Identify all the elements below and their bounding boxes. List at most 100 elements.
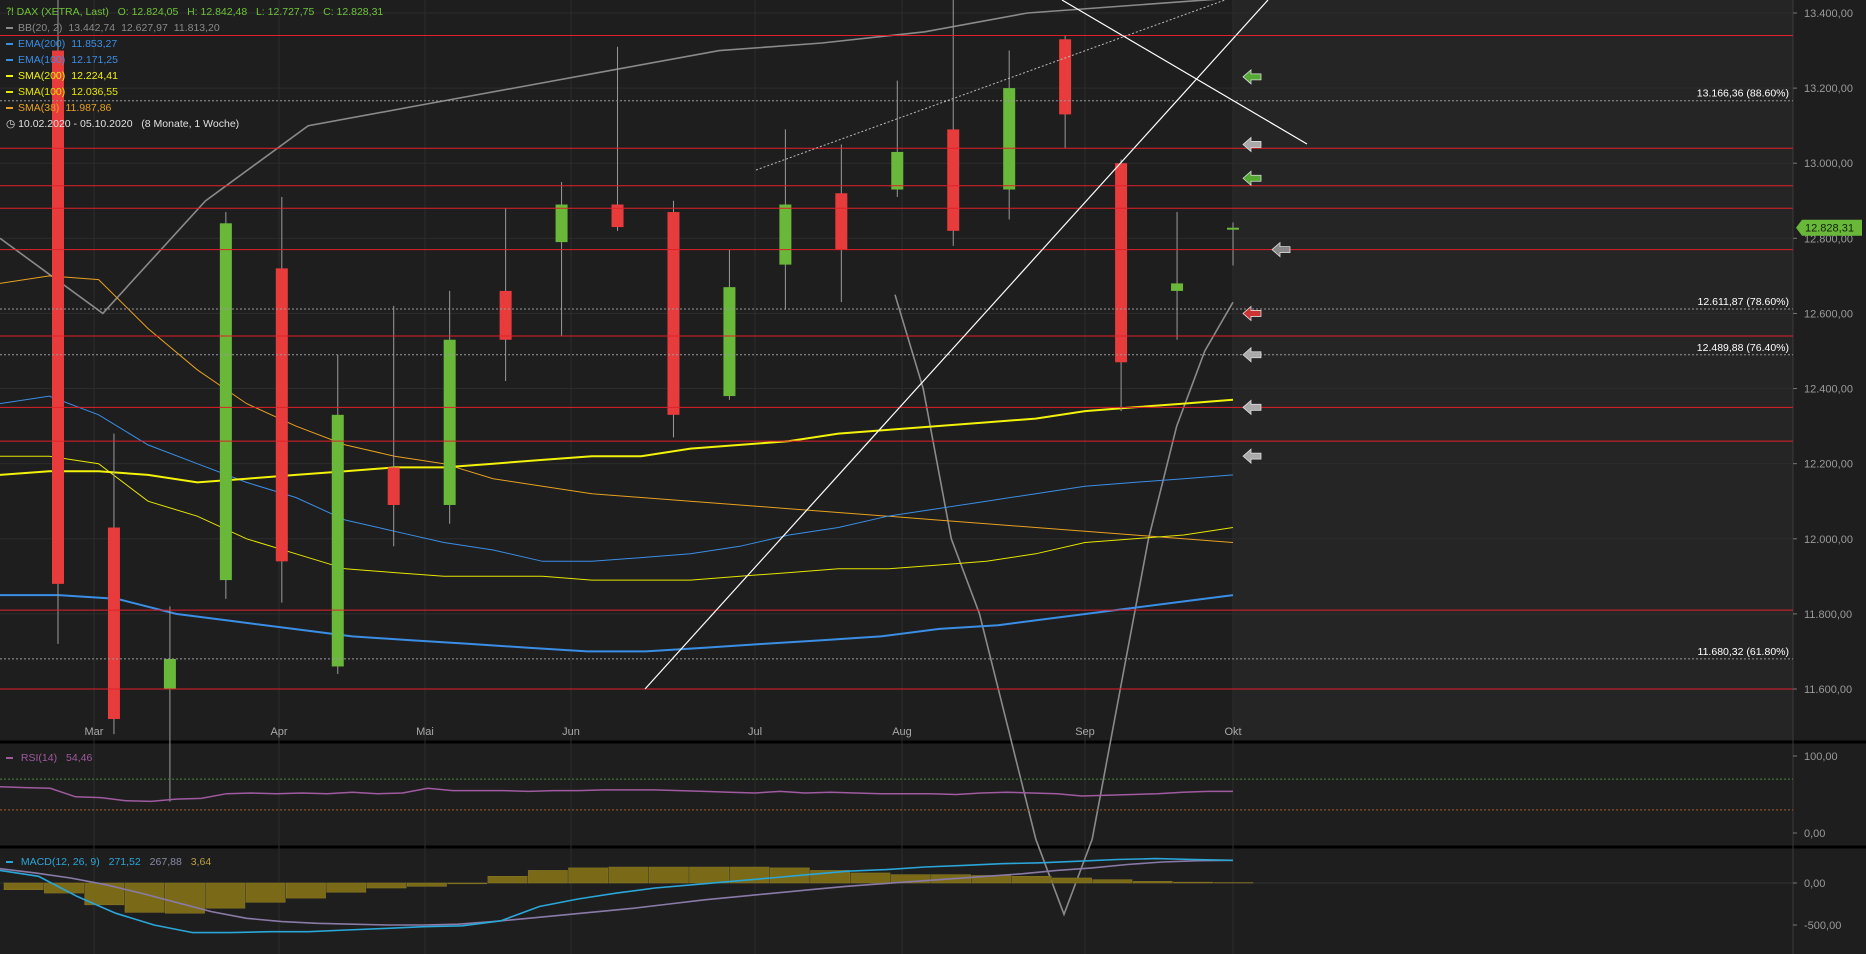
x-tick-label: Okt	[1224, 726, 1241, 738]
candle-body[interactable]	[723, 287, 736, 397]
histogram-value: 3,64	[190, 856, 212, 868]
candle-body[interactable]	[443, 339, 456, 505]
date-range: 10.02.2020 - 05.10.2020	[18, 118, 133, 130]
rsi-value: 54,46	[66, 752, 93, 764]
histogram-bar	[205, 882, 246, 909]
y-tick-label: 12.400,00	[1804, 384, 1853, 396]
low-value: 12.727,75	[267, 6, 315, 18]
x-tick-label: Mar	[85, 726, 104, 738]
y-tick-label: 12.000,00	[1804, 534, 1853, 546]
indicator-swatch	[6, 107, 13, 110]
histogram-bar	[1011, 876, 1052, 884]
histogram-bar	[366, 882, 407, 889]
histogram-bar	[1092, 879, 1133, 884]
indicator-value: 12.171,25	[71, 54, 118, 66]
candle-body[interactable]	[891, 151, 904, 190]
x-tick-label: Sep	[1075, 726, 1095, 738]
indicator-name: BB(20, 2)	[18, 22, 63, 34]
indicator-swatch	[6, 43, 13, 46]
candle-body[interactable]	[163, 658, 176, 689]
histogram-bar	[406, 882, 447, 887]
y-tick-label: 0,00	[1804, 828, 1825, 840]
histogram-bar	[326, 882, 367, 893]
open-value: 12.824,05	[131, 6, 179, 18]
indicator-name: EMA(100)	[18, 54, 66, 66]
fib-label: 11.680,32 (61.80%)	[1698, 646, 1789, 658]
instrument-title: DAX (XETRA, Last)	[16, 6, 109, 18]
indicator-row: SMA(200) 12.224,41	[6, 68, 383, 84]
candle-body[interactable]	[499, 290, 512, 340]
indicator-value: 12.627,97	[121, 22, 168, 34]
fib-label: 12.489,88 (76.40%)	[1697, 342, 1789, 354]
clock-icon: ◷	[6, 118, 16, 130]
indicator-swatch	[6, 59, 13, 62]
histogram-bar	[3, 882, 44, 890]
candle-body[interactable]	[275, 268, 288, 562]
indicator-name: SMA(200)	[18, 70, 66, 82]
x-tick-label: Aug	[892, 726, 912, 738]
candle-body[interactable]	[219, 223, 232, 581]
y-tick-label: 0,00	[1804, 878, 1825, 890]
y-tick-label: 12.600,00	[1804, 308, 1853, 320]
indicator-name: EMA(200)	[18, 38, 66, 50]
histogram-bar	[1132, 881, 1173, 884]
candle-body[interactable]	[1059, 39, 1072, 115]
indicator-value: 11.813,20	[173, 22, 220, 34]
rsi-title: RSI(14)	[20, 752, 58, 764]
indicator-swatch	[6, 27, 13, 30]
candle-body[interactable]	[835, 193, 848, 250]
last-price-label: 12.828,31	[1805, 223, 1854, 235]
macd-legend: MACD(12, 26, 9) 271,52 267,88 3,64	[6, 854, 217, 870]
y-tick-label: 11.800,00	[1804, 609, 1852, 621]
candle-body[interactable]	[667, 212, 680, 415]
histogram-bar	[1173, 881, 1213, 884]
histogram-bar	[568, 867, 609, 884]
candle-body[interactable]	[331, 414, 344, 667]
x-tick-label: Jul	[748, 726, 762, 738]
x-tick-label: Mai	[416, 726, 434, 738]
y-tick-label: 100,00	[1804, 751, 1838, 763]
indicator-value: 11.987,86	[65, 102, 112, 114]
candle-body[interactable]	[1171, 283, 1184, 291]
candle-body[interactable]	[107, 527, 120, 720]
macd-swatch	[6, 861, 13, 864]
fib-label: 12.611,87 (78.60%)	[1698, 296, 1789, 308]
ohlc-readout: O: 12.824,05 H: 12.842,48 L: 12.727,75 C…	[111, 6, 384, 18]
indicator-value: 12.036,55	[71, 86, 118, 98]
x-tick-label: Apr	[270, 726, 287, 738]
histogram-bar	[850, 872, 891, 884]
histogram-bar	[527, 870, 568, 884]
candle-body[interactable]	[1115, 163, 1128, 363]
candle-body[interactable]	[387, 467, 400, 505]
indicator-swatch	[6, 75, 13, 78]
candle-body[interactable]	[779, 204, 792, 265]
histogram-bar	[1052, 877, 1092, 884]
y-tick-label: -500,00	[1804, 920, 1841, 932]
indicator-rows: BB(20, 2) 13.442,74 12.627,97 11.813,20 EMA(…	[6, 20, 383, 116]
future-zone	[1233, 0, 1793, 740]
histogram-bar	[44, 882, 84, 894]
close-value: 12.828,31	[336, 6, 384, 18]
indicator-row: SMA(38) 11.987,86	[6, 100, 383, 116]
candle-body[interactable]	[947, 129, 960, 231]
histogram-bar	[648, 866, 689, 884]
rsi-legend: RSI(14) 54,46	[6, 750, 92, 766]
indicator-value: 13.442,74	[68, 22, 116, 34]
date-range-row: ◷ 10.02.2020 - 05.10.2020 (8 Monate, 1 W…	[6, 116, 383, 132]
candle-body[interactable]	[1227, 227, 1239, 230]
histogram-bar	[608, 866, 649, 884]
y-tick-label: 13.400,00	[1804, 8, 1853, 20]
histogram-bar	[286, 882, 326, 899]
histogram-bar	[447, 882, 488, 885]
indicator-row: SMA(100) 12.036,55	[6, 84, 383, 100]
macd-title: MACD(12, 26, 9)	[20, 856, 100, 868]
indicator-row: BB(20, 2) 13.442,74 12.627,97 11.813,20	[6, 20, 383, 36]
indicator-value: 12.224,41	[71, 70, 118, 82]
high-value: 12.842,48	[200, 6, 248, 18]
candle-body[interactable]	[1003, 88, 1016, 190]
macd-value: 271,52	[108, 856, 141, 868]
histogram-bar	[689, 866, 730, 884]
indicator-row: EMA(200) 11.853,27	[6, 36, 383, 52]
candle-body[interactable]	[555, 204, 568, 243]
instrument-icon: ⁈	[6, 6, 14, 18]
